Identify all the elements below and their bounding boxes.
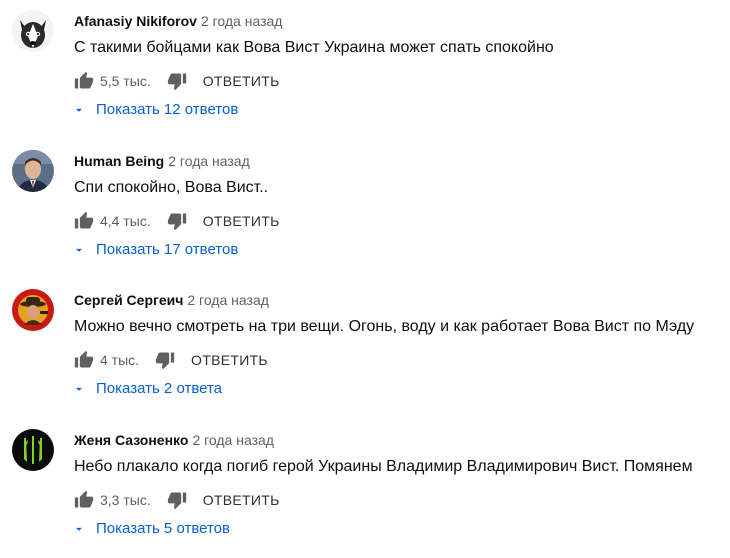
author-name[interactable]: Женя Сазоненко — [74, 432, 188, 448]
thumb-up-icon[interactable] — [74, 350, 94, 370]
person-avatar-icon — [12, 150, 54, 192]
comment-text: Можно вечно смотреть на три вещи. Огонь,… — [74, 318, 695, 335]
like-count: 4 тыс. — [100, 352, 140, 368]
show-replies-label: Показать 5 ответов — [96, 520, 230, 537]
author-name[interactable]: Human Being — [74, 153, 164, 169]
thumb-up-icon[interactable] — [74, 71, 94, 91]
comment-header: Human Being 2 года назад — [74, 152, 250, 170]
show-replies-button[interactable]: Показать 5 ответов — [72, 520, 230, 537]
comment-thread: Женя Сазоненко 2 года назад Небо плакало … — [0, 419, 730, 558]
show-replies-label: Показать 17 ответов — [96, 241, 239, 258]
comment-thread: Afanasiy Nikiforov 2 года назад С такими … — [0, 0, 730, 139]
husky-avatar-icon — [12, 10, 54, 52]
avatar[interactable] — [12, 289, 54, 331]
show-replies-button[interactable]: Показать 2 ответа — [72, 380, 222, 397]
comment-header: Сергей Сергеич 2 года назад — [74, 291, 269, 309]
reply-button[interactable]: ОТВЕТИТЬ — [203, 73, 280, 89]
monster-claw-avatar-icon — [12, 429, 54, 471]
comment-actions: 3,3 тыс. ОТВЕТИТЬ — [74, 489, 280, 511]
thumb-down-icon[interactable] — [155, 350, 175, 370]
comment-time[interactable]: 2 года назад — [187, 292, 269, 308]
avatar[interactable] — [12, 429, 54, 471]
reply-button[interactable]: ОТВЕТИТЬ — [191, 352, 268, 368]
comment-actions: 4,4 тыс. ОТВЕТИТЬ — [74, 210, 280, 232]
comment-text: Спи спокойно, Вова Вист.. — [74, 179, 269, 196]
comment-time[interactable]: 2 года назад — [168, 153, 250, 169]
comment-header: Женя Сазоненко 2 года назад — [74, 431, 274, 449]
author-name[interactable]: Сергей Сергеич — [74, 292, 183, 308]
like-count: 4,4 тыс. — [100, 213, 151, 229]
cowboy-avatar-icon — [12, 289, 54, 331]
show-replies-label: Показать 2 ответа — [96, 380, 223, 397]
chevron-down-icon — [76, 248, 82, 252]
show-replies-button[interactable]: Показать 12 ответов — [72, 101, 238, 118]
comment-actions: 4 тыс. ОТВЕТИТЬ — [74, 349, 268, 371]
thumb-up-icon[interactable] — [74, 490, 94, 510]
comment-actions: 5,5 тыс. ОТВЕТИТЬ — [74, 70, 280, 92]
thumb-up-icon[interactable] — [74, 211, 94, 231]
chevron-down-icon — [76, 387, 82, 391]
author-name[interactable]: Afanasiy Nikiforov — [74, 13, 197, 29]
chevron-down-icon — [76, 108, 82, 112]
comment-thread: Сергей Сергеич 2 года назад Можно вечно с… — [0, 279, 730, 418]
comment-time[interactable]: 2 года назад — [192, 432, 274, 448]
like-count: 5,5 тыс. — [100, 73, 151, 89]
reply-button[interactable]: ОТВЕТИТЬ — [203, 213, 280, 229]
thumb-down-icon[interactable] — [167, 71, 187, 91]
show-replies-button[interactable]: Показать 17 ответов — [72, 241, 238, 258]
like-count: 3,3 тыс. — [100, 492, 151, 508]
thumb-down-icon[interactable] — [167, 490, 187, 510]
comment-header: Afanasiy Nikiforov 2 года назад — [74, 12, 282, 30]
avatar[interactable] — [12, 150, 54, 192]
comment-thread: Human Being 2 года назад Спи спокойно, Во… — [0, 140, 730, 279]
comment-text: Небо плакало когда погиб герой Украины В… — [74, 458, 693, 475]
avatar[interactable] — [12, 10, 54, 52]
comment-time[interactable]: 2 года назад — [201, 13, 283, 29]
chevron-down-icon — [76, 527, 82, 531]
thumb-down-icon[interactable] — [167, 211, 187, 231]
show-replies-label: Показать 12 ответов — [96, 101, 239, 118]
reply-button[interactable]: ОТВЕТИТЬ — [203, 492, 280, 508]
comment-text: С такими бойцами как Вова Вист Украина м… — [74, 39, 554, 56]
